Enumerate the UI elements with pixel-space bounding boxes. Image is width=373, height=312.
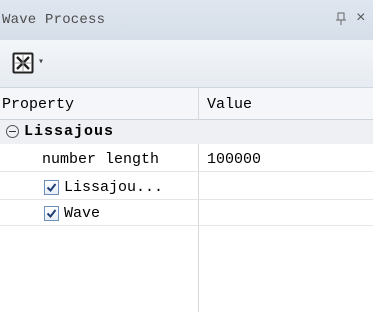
lissajous-checkbox[interactable]: [44, 180, 59, 195]
row-divider: [0, 199, 373, 200]
property-label: Lissajou...: [64, 179, 164, 196]
wave-checkbox[interactable]: [44, 206, 59, 221]
category-label: Lissajous: [24, 123, 115, 140]
property-value-field[interactable]: 100000: [207, 151, 261, 168]
property-row-lissajous[interactable]: Lissajou...: [0, 176, 373, 200]
pin-icon[interactable]: [336, 12, 346, 30]
column-header-value[interactable]: Value: [207, 96, 252, 113]
category-row-lissajous[interactable]: Lissajous: [0, 120, 373, 144]
property-row-wave[interactable]: Wave: [0, 202, 373, 226]
panel-title-bar: Wave Process ×: [0, 0, 373, 40]
toolbar: ▾: [0, 40, 373, 88]
close-icon[interactable]: ×: [356, 10, 366, 26]
property-label: number length: [42, 151, 160, 168]
property-label: Wave: [64, 205, 101, 222]
checkmark-icon: [46, 209, 57, 219]
row-divider: [0, 171, 373, 172]
checkmark-icon: [46, 183, 57, 193]
chevron-down-icon[interactable]: ▾: [38, 56, 44, 68]
property-row-number-length[interactable]: number length 100000: [0, 148, 373, 172]
collapse-icon[interactable]: [6, 125, 19, 138]
boxed-x-icon: [12, 52, 34, 74]
property-grid-header: Property Value: [0, 88, 373, 120]
column-header-property[interactable]: Property: [2, 96, 74, 113]
panel-title: Wave Process: [2, 12, 106, 28]
toolbar-action-button[interactable]: ▾: [8, 50, 44, 76]
row-divider: [0, 225, 373, 226]
